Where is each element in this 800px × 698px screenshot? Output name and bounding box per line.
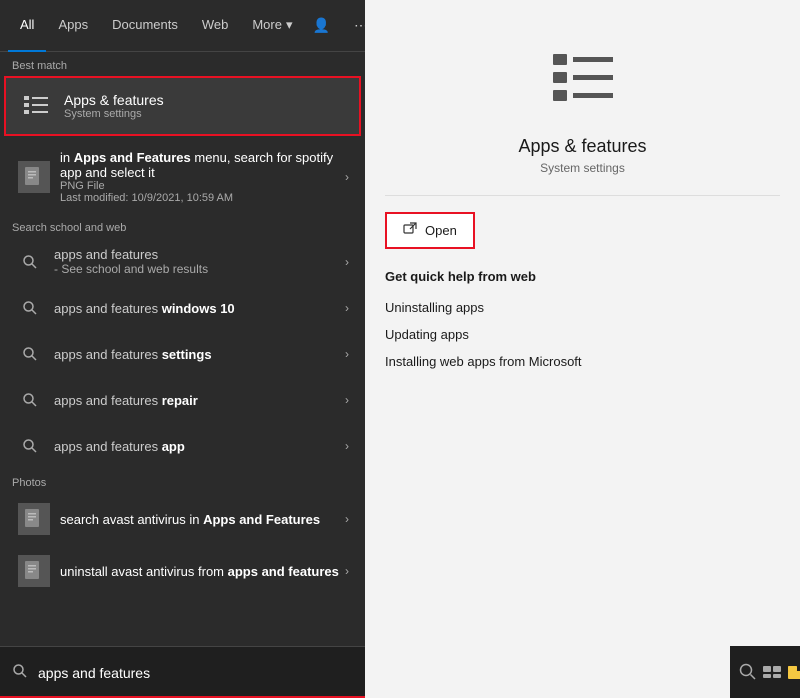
tab-all[interactable]: All (8, 0, 46, 52)
chevron-right-photos-0: › (345, 512, 349, 526)
help-link-1[interactable]: Updating apps (385, 321, 780, 348)
tabs-row: All Apps Documents Web More ▾ 👤 ⋯ (0, 0, 365, 52)
apps-features-icon (18, 88, 54, 124)
taskbar-taskview-icon[interactable] (762, 652, 782, 692)
search-bar (0, 646, 365, 698)
photos-file-icon-1 (18, 555, 50, 587)
help-link-2[interactable]: Installing web apps from Microsoft (385, 348, 780, 375)
photos-item-title-0: search avast antivirus in Apps and Featu… (60, 512, 345, 527)
search-web-icon-3 (16, 386, 44, 414)
user-icon[interactable]: 👤 (305, 13, 338, 38)
photos-item-content-0: search avast antivirus in Apps and Featu… (60, 512, 345, 527)
tab-apps[interactable]: Apps (46, 0, 100, 52)
open-button[interactable]: Open (385, 212, 475, 249)
search-web-item-3[interactable]: apps and features repair › (4, 377, 361, 423)
photos-label: Photos (0, 469, 365, 493)
app-detail-sub: System settings (540, 161, 625, 175)
app-detail-name: Apps & features (518, 136, 646, 157)
search-web-text-4: apps and features app (54, 439, 345, 454)
results-area: Best match Apps & features System settin… (0, 52, 365, 698)
best-match-title: Apps & features (64, 92, 164, 108)
right-panel: Apps & features System settings Open Get… (365, 0, 800, 698)
open-btn-wrap: Open (385, 212, 780, 249)
search-web-icon-4 (16, 432, 44, 460)
file-result-item[interactable]: in Apps and Features menu, search for sp… (4, 140, 361, 214)
app-detail: Apps & features System settings Open Get… (365, 0, 800, 698)
tab-more[interactable]: More ▾ (240, 0, 304, 52)
open-icon (403, 222, 417, 239)
photos-item-content-1: uninstall avast antivirus from apps and … (60, 564, 345, 579)
search-panel: All Apps Documents Web More ▾ 👤 ⋯ Best m… (0, 0, 365, 698)
chevron-right-icon-0: › (345, 255, 349, 269)
best-match-label: Best match (0, 52, 365, 76)
file-icon (18, 161, 50, 193)
search-web-item-0[interactable]: apps and features - See school and web r… (4, 238, 361, 285)
taskbar-explorer-icon[interactable] (786, 652, 800, 692)
search-web-label: Search school and web (0, 214, 365, 238)
search-web-item-1[interactable]: apps and features windows 10 › (4, 285, 361, 331)
chevron-down-icon: ▾ (286, 17, 293, 33)
chevron-right-photos-1: › (345, 564, 349, 578)
chevron-right-icon-4: › (345, 439, 349, 453)
taskbar-search-icon[interactable] (738, 652, 758, 692)
chevron-right-icon-2: › (345, 347, 349, 361)
chevron-right-icon-1: › (345, 301, 349, 315)
photos-item-title-1: uninstall avast antivirus from apps and … (60, 564, 345, 579)
quick-help-section: Get quick help from web Uninstalling app… (385, 269, 780, 375)
search-web-icon-2 (16, 340, 44, 368)
tab-documents[interactable]: Documents (100, 0, 190, 52)
photos-file-icon-0 (18, 503, 50, 535)
tab-web[interactable]: Web (190, 0, 241, 52)
search-web-icon-0 (16, 248, 44, 276)
search-input[interactable] (38, 665, 353, 681)
best-match-text: Apps & features System settings (64, 92, 164, 120)
photos-item-0[interactable]: search avast antivirus in Apps and Featu… (4, 493, 361, 545)
file-result-content: in Apps and Features menu, search for sp… (60, 150, 345, 204)
search-web-icon-1 (16, 294, 44, 322)
search-web-item-2[interactable]: apps and features settings › (4, 331, 361, 377)
file-result-modified: Last modified: 10/9/2021, 10:59 AM (60, 192, 345, 204)
file-result-type: PNG File (60, 180, 345, 192)
search-web-text-2: apps and features settings (54, 347, 345, 362)
search-bar-icon (12, 663, 28, 682)
chevron-right-icon: › (345, 170, 349, 184)
search-web-text-3: apps and features repair (54, 393, 345, 408)
help-link-0[interactable]: Uninstalling apps (385, 294, 780, 321)
app-detail-icon (543, 40, 623, 120)
quick-help-title: Get quick help from web (385, 269, 780, 284)
best-match-subtitle: System settings (64, 108, 164, 120)
best-match-item[interactable]: Apps & features System settings (4, 76, 361, 136)
photos-item-1[interactable]: uninstall avast antivirus from apps and … (4, 545, 361, 597)
chevron-right-icon-3: › (345, 393, 349, 407)
search-web-text-0: apps and features - See school and web r… (54, 247, 345, 276)
detail-divider (385, 195, 780, 196)
search-web-item-4[interactable]: apps and features app › (4, 423, 361, 469)
file-result-title: in Apps and Features menu, search for sp… (60, 150, 345, 180)
taskbar (730, 646, 800, 698)
search-web-text-1: apps and features windows 10 (54, 301, 345, 316)
